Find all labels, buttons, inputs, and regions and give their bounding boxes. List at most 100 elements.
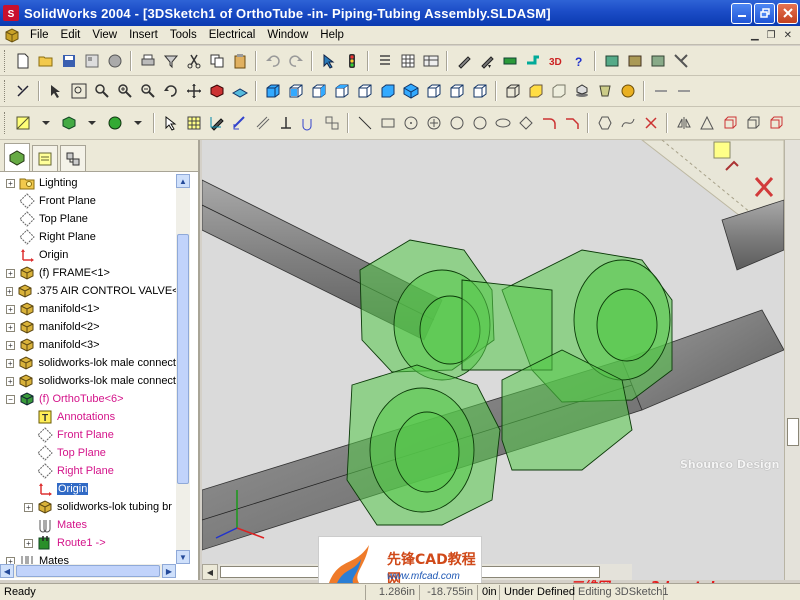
close-button[interactable] bbox=[777, 2, 798, 24]
normal-to-button[interactable] bbox=[471, 82, 489, 100]
extrude-tool[interactable] bbox=[721, 114, 739, 132]
tree-item[interactable]: Top Plane bbox=[0, 444, 176, 462]
select-button[interactable] bbox=[320, 52, 338, 70]
undo-button[interactable] bbox=[264, 52, 282, 70]
coincident-button[interactable] bbox=[300, 114, 318, 132]
smart-dimension-tool[interactable] bbox=[231, 114, 249, 132]
scroll-up-button[interactable]: ▲ bbox=[176, 174, 190, 188]
new-button[interactable] bbox=[14, 52, 32, 70]
help-button[interactable]: ? bbox=[570, 52, 588, 70]
3d-text-button[interactable]: 3D bbox=[547, 52, 565, 70]
tree-item[interactable]: + manifold<3> bbox=[0, 336, 176, 354]
shadow-button[interactable] bbox=[573, 82, 591, 100]
zoom-to-fit-button[interactable] bbox=[70, 82, 88, 100]
realview-button[interactable] bbox=[619, 82, 637, 100]
expand-icon[interactable]: + bbox=[6, 376, 15, 386]
addins-button-3[interactable] bbox=[649, 52, 667, 70]
ellipse-tool[interactable] bbox=[494, 114, 512, 132]
front-view-button[interactable] bbox=[264, 82, 282, 100]
scroll-left-button[interactable]: ◀ bbox=[0, 564, 14, 578]
polygon-tool[interactable] bbox=[517, 114, 535, 132]
add-relation-button[interactable] bbox=[254, 114, 272, 132]
toolbar-grip[interactable] bbox=[4, 112, 7, 134]
addins-button-2[interactable] bbox=[626, 52, 644, 70]
print-button[interactable] bbox=[139, 52, 157, 70]
sketch-button[interactable] bbox=[455, 52, 473, 70]
tree-item[interactable]: + solidworks-lok male connect bbox=[0, 354, 176, 372]
component-button[interactable] bbox=[60, 114, 78, 132]
scroll-thumb[interactable] bbox=[16, 565, 160, 577]
grid-button[interactable] bbox=[185, 114, 203, 132]
tree-horizontal-scrollbar[interactable]: ◀ ▶ bbox=[0, 564, 176, 578]
trimetric-view-button[interactable] bbox=[425, 82, 443, 100]
revolve-tool[interactable] bbox=[767, 114, 785, 132]
isometric-view-button[interactable] bbox=[402, 82, 420, 100]
tree-item[interactable]: T Annotations bbox=[0, 408, 176, 426]
trim-tool[interactable] bbox=[642, 114, 660, 132]
perspective-button[interactable] bbox=[596, 82, 614, 100]
menu-insert[interactable]: Insert bbox=[123, 29, 164, 41]
menu-file[interactable]: File bbox=[24, 29, 55, 41]
expand-icon[interactable]: + bbox=[6, 286, 13, 296]
mdi-restore-icon[interactable]: ❐ bbox=[767, 30, 776, 41]
mdi-close-icon[interactable]: ✕ bbox=[784, 30, 792, 41]
section-view-button[interactable] bbox=[231, 82, 249, 100]
smart-dimension-button[interactable] bbox=[501, 52, 519, 70]
tree-item[interactable]: + (f) FRAME<1> bbox=[0, 264, 176, 282]
options-button[interactable] bbox=[399, 52, 417, 70]
menu-window[interactable]: Window bbox=[261, 29, 314, 41]
scroll-down-button[interactable]: ▼ bbox=[176, 550, 190, 564]
hidden-lines-button[interactable] bbox=[527, 82, 545, 100]
expand-icon[interactable]: + bbox=[6, 322, 15, 332]
mate-button[interactable] bbox=[106, 114, 124, 132]
tree-item[interactable]: + Lighting bbox=[0, 174, 176, 192]
expand-icon[interactable]: + bbox=[24, 502, 33, 512]
menu-help[interactable]: Help bbox=[314, 29, 350, 41]
tree-item[interactable]: − (f) OrthoTube<6> bbox=[0, 390, 176, 408]
propertymanager-tab[interactable] bbox=[32, 145, 58, 171]
expand-icon[interactable]: + bbox=[6, 556, 15, 564]
tree-item[interactable]: Front Plane bbox=[0, 192, 176, 210]
convert-entities-button[interactable] bbox=[323, 114, 341, 132]
mate-dropdown[interactable] bbox=[129, 114, 147, 132]
zoom-in-button[interactable] bbox=[93, 82, 111, 100]
right-view-button[interactable] bbox=[333, 82, 351, 100]
expand-icon[interactable]: + bbox=[6, 268, 15, 278]
spline-tool[interactable] bbox=[619, 114, 637, 132]
centerpoint-arc-tool[interactable] bbox=[425, 114, 443, 132]
tree-item[interactable]: + Mates bbox=[0, 552, 176, 564]
file-properties-button[interactable] bbox=[376, 52, 394, 70]
make-drawing-button[interactable] bbox=[83, 52, 101, 70]
back-view-button[interactable] bbox=[287, 82, 305, 100]
toolbar-grip[interactable] bbox=[4, 80, 7, 102]
wireframe-button[interactable] bbox=[504, 82, 522, 100]
copy-button[interactable] bbox=[208, 52, 226, 70]
perpendicular-button[interactable] bbox=[277, 114, 295, 132]
configurationmanager-tab[interactable] bbox=[60, 145, 86, 171]
tree-item[interactable]: + solidworks-lok male connect bbox=[0, 372, 176, 390]
tree-item[interactable]: + manifold<1> bbox=[0, 300, 176, 318]
expand-icon[interactable]: + bbox=[6, 358, 15, 368]
tree-item[interactable]: Right Plane bbox=[0, 228, 176, 246]
tree-item[interactable]: Right Plane bbox=[0, 462, 176, 480]
tree-item[interactable]: + solidworks-lok tubing br bbox=[0, 498, 176, 516]
rebuild-button[interactable] bbox=[343, 52, 361, 70]
expand-icon[interactable]: + bbox=[24, 538, 33, 548]
fillet-tool[interactable] bbox=[540, 114, 558, 132]
toolbar-grip[interactable] bbox=[4, 49, 7, 72]
3d-sketch-active-button[interactable] bbox=[208, 114, 226, 132]
route-button[interactable] bbox=[524, 52, 542, 70]
document-icon[interactable] bbox=[4, 27, 20, 43]
tree-item[interactable]: Origin bbox=[0, 480, 176, 498]
menu-edit[interactable]: Edit bbox=[55, 29, 87, 41]
rectangle-tool[interactable] bbox=[379, 114, 397, 132]
circle-tool[interactable] bbox=[402, 114, 420, 132]
table-button[interactable] bbox=[422, 52, 440, 70]
tree-item[interactable]: Mates bbox=[0, 516, 176, 534]
tree-vertical-scrollbar[interactable]: ▲ ▼ bbox=[176, 174, 190, 564]
minimize-button[interactable] bbox=[731, 2, 752, 24]
cut-button[interactable] bbox=[185, 52, 203, 70]
menu-view[interactable]: View bbox=[86, 29, 123, 41]
tree-item[interactable]: Top Plane bbox=[0, 210, 176, 228]
polygon-tool-2[interactable] bbox=[596, 114, 614, 132]
